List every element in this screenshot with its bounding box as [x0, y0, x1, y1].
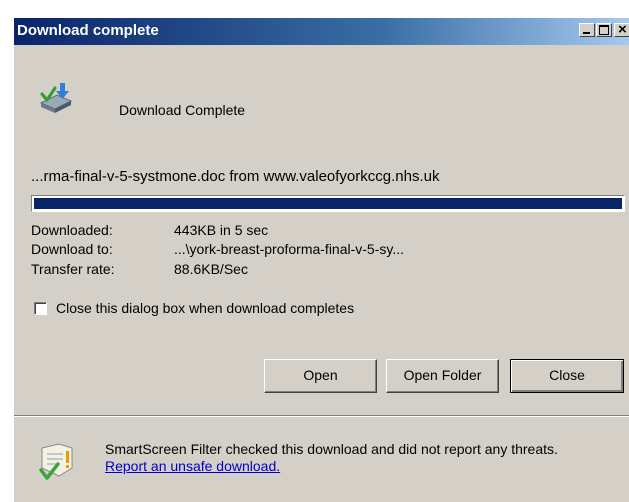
- smartscreen-text: SmartScreen Filter checked this download…: [105, 441, 558, 457]
- download-to-label: Download to:: [31, 241, 113, 257]
- close-icon: ×: [618, 21, 627, 38]
- transfer-rate-label: Transfer rate:: [31, 261, 115, 277]
- open-folder-button[interactable]: Open Folder: [386, 359, 499, 393]
- smartscreen-message: SmartScreen Filter checked this download…: [105, 441, 585, 475]
- downloaded-label: Downloaded:: [31, 222, 113, 238]
- close-button[interactable]: Close: [510, 359, 624, 393]
- file-source-line: ...rma-final-v-5-systmone.doc from www.v…: [31, 168, 440, 185]
- download-complete-icon: [39, 83, 73, 113]
- section-divider: [14, 415, 629, 417]
- minimize-button[interactable]: [579, 23, 595, 37]
- downloaded-value: 443KB in 5 sec: [174, 222, 269, 238]
- download-dialog: Download complete × Download Complete ..…: [13, 18, 629, 502]
- close-on-complete-checkbox[interactable]: [34, 302, 47, 315]
- window-title: Download complete: [17, 22, 159, 39]
- close-on-complete-label[interactable]: Close this dialog box when download comp…: [56, 300, 354, 316]
- open-button[interactable]: Open: [264, 359, 377, 393]
- download-to-value: ...\york-breast-proforma-final-v-5-sy...: [174, 241, 405, 257]
- download-progress-bar: [31, 195, 625, 212]
- smartscreen-shield-icon: [39, 443, 73, 480]
- report-unsafe-download-link[interactable]: Report an unsafe download.: [105, 458, 280, 474]
- transfer-rate-value: 88.6KB/Sec: [174, 261, 248, 277]
- title-bar[interactable]: Download complete ×: [14, 18, 629, 45]
- header-title: Download Complete: [119, 102, 246, 118]
- maximize-button[interactable]: [596, 23, 612, 37]
- progress-fill: [34, 198, 622, 209]
- close-window-button[interactable]: ×: [614, 21, 629, 38]
